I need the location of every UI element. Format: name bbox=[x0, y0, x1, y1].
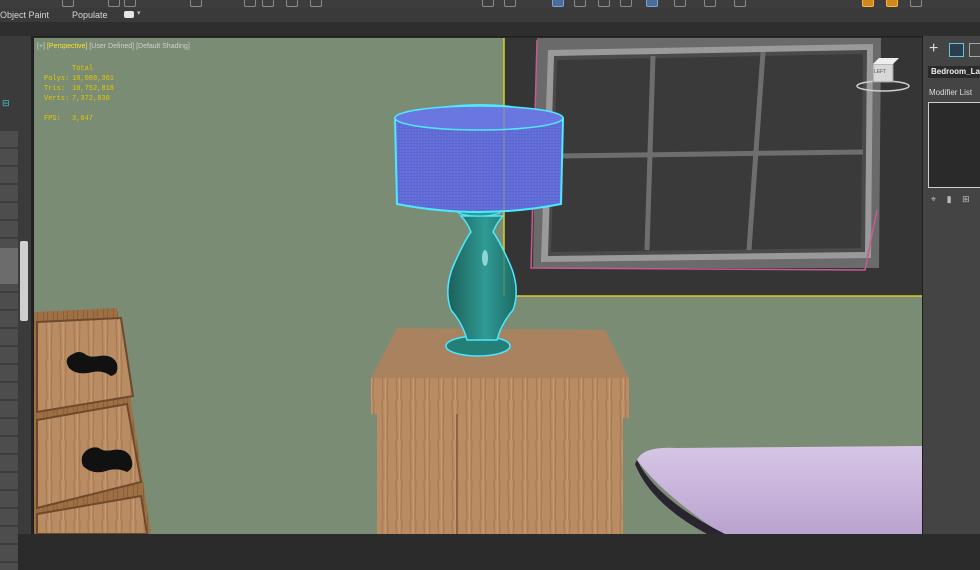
viewport-label[interactable]: [+] [Perspective] [User Defined] [Defaul… bbox=[37, 43, 190, 50]
stats-total-header: Total bbox=[72, 65, 94, 73]
modifier-stack[interactable] bbox=[928, 102, 980, 188]
stats-tris-label: Tris: bbox=[44, 85, 66, 93]
ribbon-bar: Object Paint Populate ▾ bbox=[0, 8, 980, 22]
toolbar-render-icon[interactable] bbox=[704, 0, 716, 7]
scene-render bbox=[34, 38, 922, 534]
toolbar-render-extra-icon[interactable] bbox=[886, 0, 898, 7]
stats-fps-label: FPS: bbox=[44, 115, 61, 123]
toolbar-link-icon[interactable] bbox=[190, 0, 202, 7]
explorer-scrollbar[interactable] bbox=[20, 241, 28, 321]
toolbar-schematic-icon[interactable] bbox=[598, 0, 610, 7]
viewport-user-defined-label[interactable]: [User Defined] bbox=[89, 43, 134, 50]
stats-polys-value: 10,088,301 bbox=[72, 75, 115, 83]
toolbar-scale-icon[interactable] bbox=[286, 0, 298, 7]
stats-verts-label: Verts: bbox=[44, 95, 70, 103]
nightstand-body bbox=[377, 414, 623, 534]
command-panel-tabs: + bbox=[923, 40, 980, 60]
stats-verts-value: 7,372,830 bbox=[72, 95, 110, 103]
toolbar-activeshade-icon[interactable] bbox=[734, 0, 746, 7]
ribbon-object-paint[interactable]: Object Paint bbox=[0, 10, 49, 20]
object-name-field[interactable]: Bedroom_Lamp bbox=[928, 66, 980, 78]
hierarchy-icon[interactable] bbox=[969, 43, 980, 57]
viewport-menu-plus[interactable]: [+] bbox=[37, 43, 45, 50]
toolbar-select-icon[interactable] bbox=[62, 0, 74, 7]
viewport-view-label[interactable]: [Perspective] bbox=[47, 43, 87, 50]
ribbon-dropdown-icon[interactable] bbox=[124, 11, 134, 18]
ribbon-populate[interactable]: Populate bbox=[72, 10, 108, 20]
left-scene-explorer-strip: ⊟ bbox=[0, 36, 33, 570]
toolbar-material-editor-icon[interactable] bbox=[620, 0, 632, 7]
pin-stack-icon[interactable]: ⌖ bbox=[931, 194, 936, 204]
modify-icon[interactable] bbox=[949, 43, 964, 57]
ribbon-panel-strip bbox=[0, 22, 980, 37]
toolbar-undo-icon[interactable] bbox=[108, 0, 120, 7]
chevron-down-icon[interactable]: ▾ bbox=[137, 9, 141, 17]
toolbar-mirror-icon[interactable] bbox=[482, 0, 494, 7]
toolbar-render-frame-icon[interactable] bbox=[674, 0, 686, 7]
create-icon[interactable]: + bbox=[929, 40, 938, 58]
toolbar-layer-icon[interactable] bbox=[552, 0, 564, 7]
explorer-selected-row[interactable] bbox=[0, 248, 18, 284]
toolbar-curve-editor-icon[interactable] bbox=[574, 0, 586, 7]
stats-fps-value: 3,647 bbox=[72, 115, 94, 123]
explorer-rows bbox=[0, 131, 18, 570]
viewport-shading-label[interactable]: [Default Shading] bbox=[136, 43, 190, 50]
toolbar-align-icon[interactable] bbox=[504, 0, 516, 7]
perspective-viewport[interactable]: [+] [Perspective] [User Defined] [Defaul… bbox=[33, 38, 922, 534]
stats-tris-value: 10,752,818 bbox=[72, 85, 115, 93]
modifier-list-dropdown[interactable]: Modifier List bbox=[929, 88, 972, 97]
toolbar-redo-icon[interactable] bbox=[124, 0, 136, 7]
toolbar-render-setup-icon[interactable] bbox=[646, 0, 658, 7]
toolbar-extra-icon[interactable] bbox=[910, 0, 922, 7]
viewcube-face-label: LEFT bbox=[874, 69, 887, 75]
toolbar-move-icon[interactable] bbox=[244, 0, 256, 7]
toolbar-arnold-icon[interactable] bbox=[862, 0, 874, 7]
show-end-result-icon[interactable]: ▮ bbox=[947, 194, 952, 204]
toolbar-rotate-icon[interactable] bbox=[262, 0, 274, 7]
toolbar-percent-snap-icon[interactable] bbox=[310, 0, 322, 7]
modifier-stack-tools: ⌖ ▮ ⊞ bbox=[931, 194, 980, 206]
scene-explorer-icon[interactable]: ⊟ bbox=[2, 98, 12, 108]
bed-pillow bbox=[637, 446, 922, 534]
viewport-statistics: Total Polys: 10,088,301 Tris: 10,752,818 V… bbox=[44, 64, 114, 124]
stats-polys-label: Polys: bbox=[44, 75, 70, 83]
make-unique-icon[interactable]: ⊞ bbox=[962, 194, 970, 204]
command-panel: + Bedroom_Lamp Modifier List ⌖ ▮ ⊞ bbox=[922, 36, 980, 534]
